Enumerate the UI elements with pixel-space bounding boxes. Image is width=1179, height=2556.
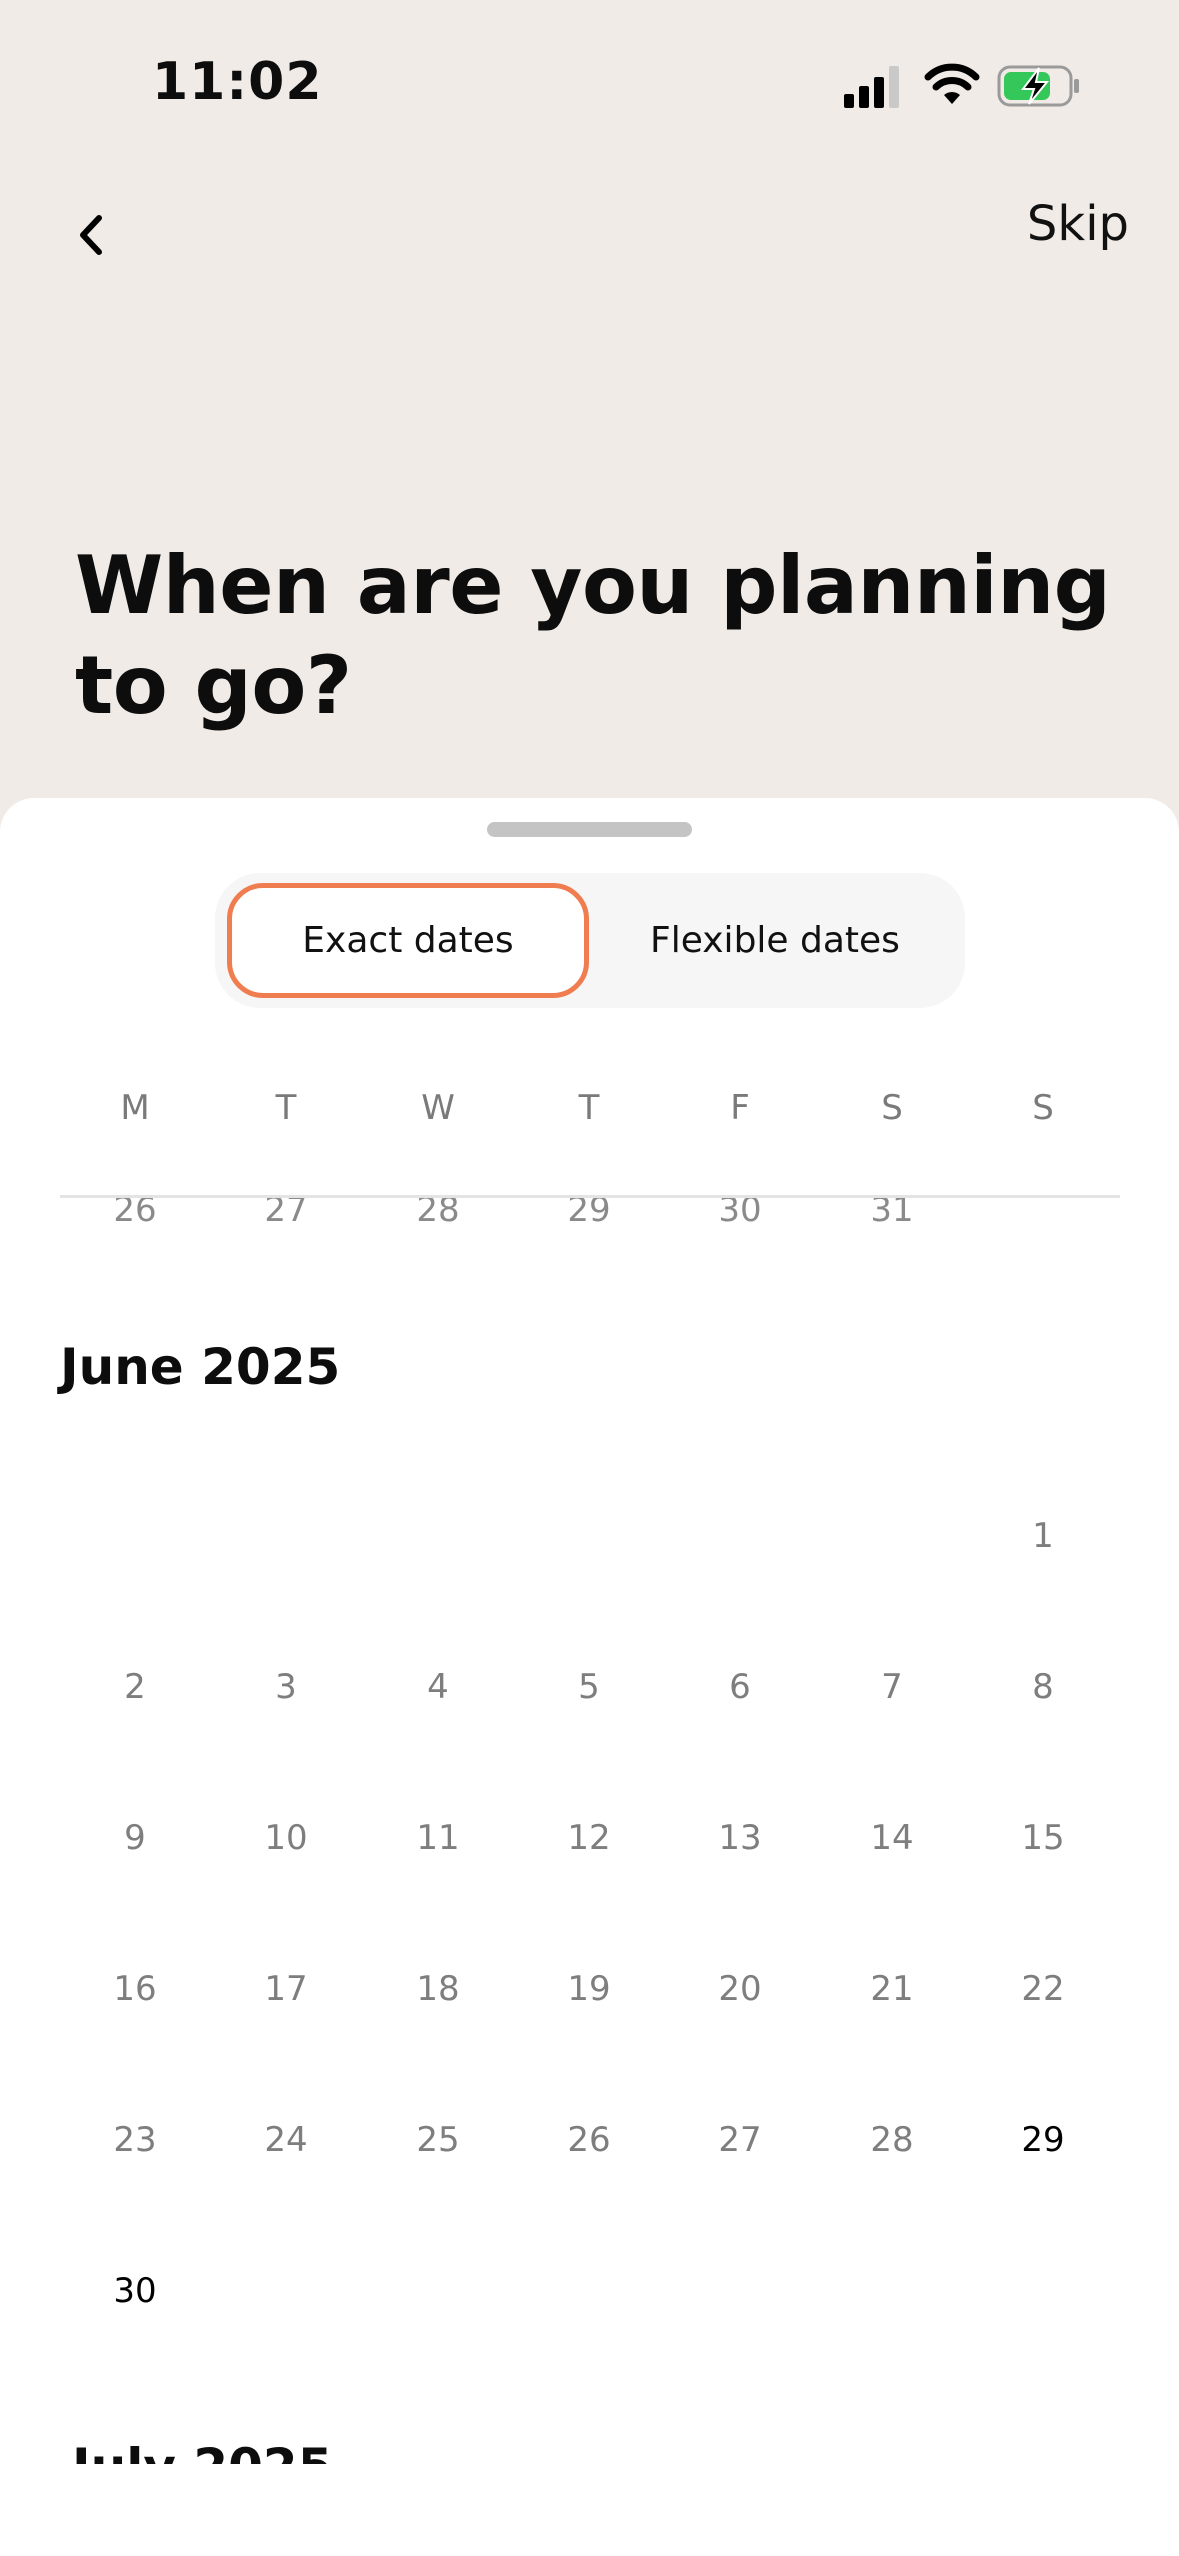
status-time: 11:02 bbox=[152, 52, 323, 112]
weekday-label: W bbox=[421, 1088, 455, 1128]
calendar-day[interactable]: 22 bbox=[983, 1964, 1103, 2014]
calendar-day[interactable]: 18 bbox=[378, 1964, 498, 2014]
calendar-day[interactable]: 16 bbox=[75, 1964, 195, 2014]
cellular-signal-icon bbox=[844, 66, 899, 108]
calendar-day[interactable]: 24 bbox=[226, 2115, 346, 2165]
previous-month-tail-row: 26 27 28 29 30 31 bbox=[0, 1198, 1179, 1248]
page-title: When are you planning to go? bbox=[75, 539, 1111, 732]
previous-month-day[interactable]: 26 bbox=[75, 1198, 195, 1230]
exact-dates-tab[interactable]: Exact dates bbox=[227, 883, 589, 998]
calendar-day[interactable]: 27 bbox=[680, 2115, 800, 2165]
skip-button[interactable]: Skip bbox=[1027, 196, 1129, 252]
calendar-day[interactable]: 19 bbox=[529, 1964, 649, 2014]
previous-month-day[interactable]: 28 bbox=[378, 1198, 498, 1230]
status-bar: 11:02 bbox=[0, 0, 1179, 170]
calendar-day[interactable]: 20 bbox=[680, 1964, 800, 2014]
calendar-day[interactable]: 30 bbox=[75, 2266, 195, 2316]
calendar-day[interactable]: 5 bbox=[529, 1662, 649, 1712]
calendar-day[interactable]: 17 bbox=[226, 1964, 346, 2014]
weekday-label: T bbox=[275, 1088, 297, 1128]
calendar-day[interactable]: 21 bbox=[832, 1964, 952, 2014]
previous-month-day[interactable]: 31 bbox=[832, 1198, 952, 1230]
calendar-day[interactable]: 13 bbox=[680, 1813, 800, 1863]
calendar-day[interactable]: 1 bbox=[983, 1511, 1103, 1561]
weekday-label: S bbox=[881, 1088, 903, 1128]
next-month-title: July 2025 bbox=[72, 2438, 333, 2464]
date-picker-sheet: Exact dates Flexible dates MTWTFSS 26 27 2… bbox=[0, 798, 1179, 2556]
calendar-day[interactable]: 6 bbox=[680, 1662, 800, 1712]
weekday-label: T bbox=[578, 1088, 600, 1128]
wifi-icon bbox=[924, 63, 980, 104]
weekday-label: F bbox=[730, 1088, 750, 1128]
calendar-day[interactable]: 28 bbox=[832, 2115, 952, 2165]
calendar-day[interactable]: 12 bbox=[529, 1813, 649, 1863]
previous-month-day[interactable]: 30 bbox=[680, 1198, 800, 1230]
weekday-label: S bbox=[1032, 1088, 1054, 1128]
previous-month-day[interactable]: 27 bbox=[226, 1198, 346, 1230]
calendar-day[interactable]: 4 bbox=[378, 1662, 498, 1712]
calendar-day[interactable]: 15 bbox=[983, 1813, 1103, 1863]
date-mode-toggle: Exact dates Flexible dates bbox=[215, 873, 965, 1008]
calendar-day[interactable]: 29 bbox=[983, 2115, 1103, 2165]
calendar-day[interactable]: 7 bbox=[832, 1662, 952, 1712]
calendar-day[interactable]: 10 bbox=[226, 1813, 346, 1863]
weekday-label: M bbox=[120, 1088, 150, 1128]
battery-charging-icon bbox=[997, 65, 1079, 107]
calendar-day[interactable]: 14 bbox=[832, 1813, 952, 1863]
calendar-day[interactable]: 25 bbox=[378, 2115, 498, 2165]
sheet-grabber[interactable] bbox=[487, 822, 692, 837]
calendar-day[interactable]: 8 bbox=[983, 1662, 1103, 1712]
month-title: June 2025 bbox=[60, 1338, 341, 1396]
weekday-header: MTWTFSS bbox=[0, 1088, 1179, 1138]
calendar-day[interactable]: 26 bbox=[529, 2115, 649, 2165]
calendar-day[interactable]: 2 bbox=[75, 1662, 195, 1712]
calendar-day[interactable]: 3 bbox=[226, 1662, 346, 1712]
flexible-dates-tab[interactable]: Flexible dates bbox=[595, 883, 955, 998]
calendar-day[interactable]: 11 bbox=[378, 1813, 498, 1863]
chevron-left-icon bbox=[80, 215, 102, 255]
previous-month-day[interactable]: 29 bbox=[529, 1198, 649, 1230]
back-button[interactable] bbox=[60, 200, 120, 270]
calendar-day[interactable]: 23 bbox=[75, 2115, 195, 2165]
calendar-day[interactable]: 9 bbox=[75, 1813, 195, 1863]
next-month-peek: July 2025 bbox=[0, 2438, 1179, 2464]
